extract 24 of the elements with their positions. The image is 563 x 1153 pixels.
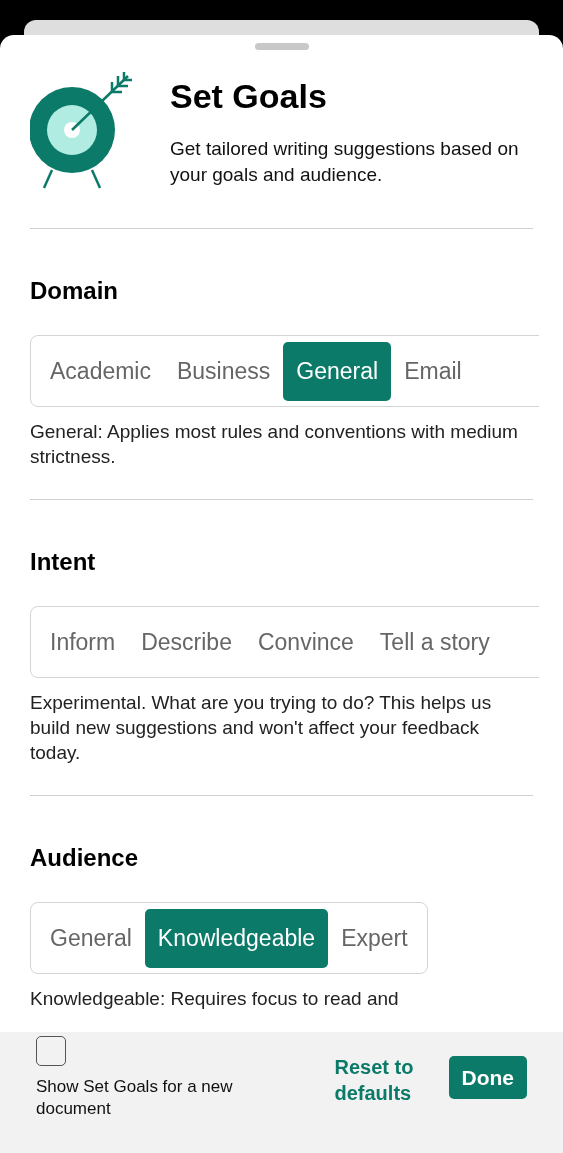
- section-heading: Intent: [30, 548, 97, 576]
- section-description: Knowledgeable: Requires focus to read and: [30, 987, 400, 1011]
- reset-link[interactable]: Reset to defaults: [334, 1054, 431, 1106]
- segment-option[interactable]: Business: [164, 341, 284, 401]
- segment-option[interactable]: Knowledgeable: [144, 908, 329, 968]
- segment-option[interactable]: Convince: [244, 612, 367, 672]
- page-title: Set Goals: [170, 76, 328, 117]
- segment-option[interactable]: General: [37, 908, 145, 968]
- segment-option[interactable]: Describe: [128, 612, 245, 672]
- segment-option[interactable]: Expert: [328, 908, 421, 968]
- segment-option[interactable]: Inform: [37, 612, 129, 672]
- page-subtitle: Get tailored writing suggestions based on your goals and audience.: [170, 137, 520, 187]
- segment-option[interactable]: General: [283, 341, 392, 401]
- drag-handle[interactable]: [254, 43, 309, 50]
- section-heading: Audience: [30, 844, 140, 872]
- section-description: Experimental. What are you trying to do? This helps us build new suggestions and won't affect your feedback today.: [30, 691, 493, 765]
- segment-option[interactable]: Email: [391, 341, 475, 401]
- done-button[interactable]: Done: [448, 1056, 527, 1099]
- segment-option[interactable]: Tell a story: [366, 612, 503, 672]
- section-heading: Domain: [30, 277, 119, 305]
- section-description: General: Applies most rules and conventions with medium strictness.: [30, 420, 519, 469]
- segment-option[interactable]: Academic: [37, 341, 164, 401]
- checkbox[interactable]: [36, 1036, 66, 1066]
- checkbox-label: Show Set Goals for a new document: [36, 1076, 234, 1120]
